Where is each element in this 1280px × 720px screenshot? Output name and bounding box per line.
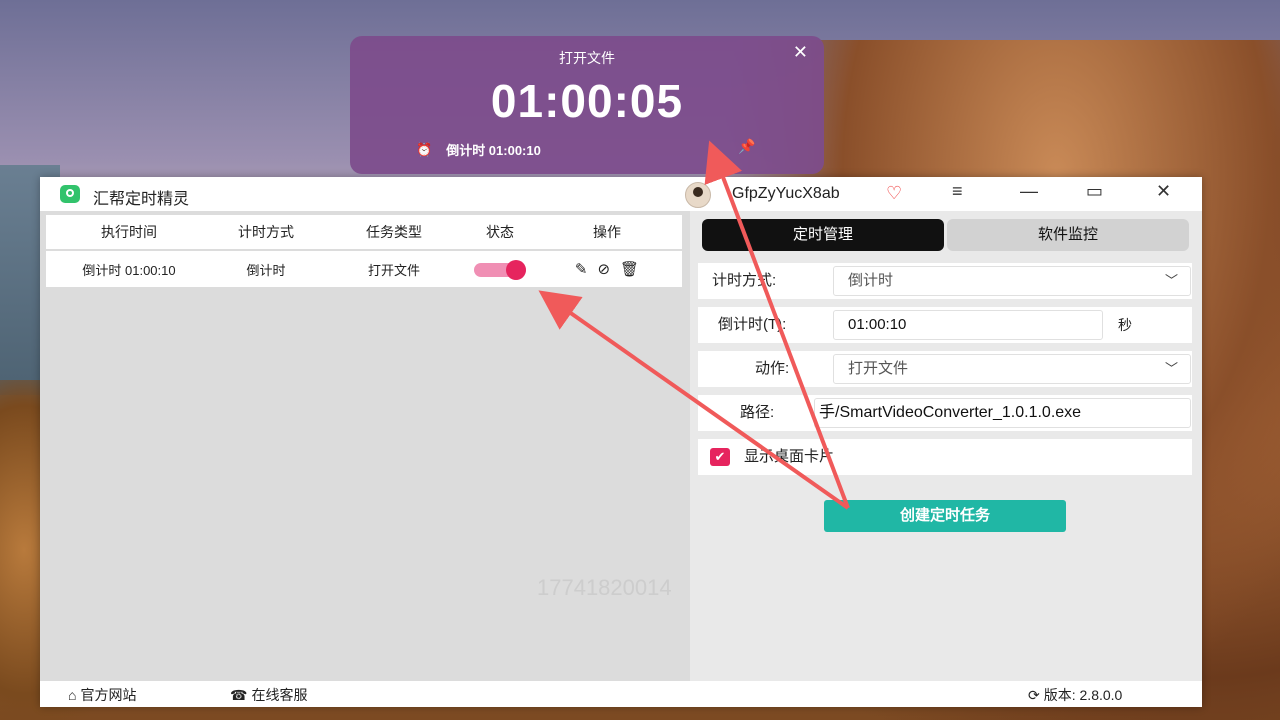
path-row: 路径: 手/SmartVideoConverter_1.0.1.0.exe	[698, 395, 1192, 431]
row-actions: ✎ ⊘ 🗑	[532, 260, 682, 278]
vip-diamond-icon[interactable]: ♡	[886, 183, 902, 204]
refresh-icon: ⟳	[1028, 686, 1040, 703]
tab-software-monitor[interactable]: 软件监控	[947, 219, 1189, 251]
countdown-row: 倒计时(T): 01:00:10 秒	[698, 307, 1192, 343]
show-card-label: 显示桌面卡片	[744, 448, 835, 465]
header-exec-time: 执行时间	[101, 224, 157, 240]
card-title: 打开文件	[559, 50, 615, 66]
website-label: 官方网站	[80, 687, 137, 703]
table-row[interactable]: 倒计时 01:00:10 倒计时 打开文件 ✎ ⊘ 🗑	[46, 251, 682, 287]
menu-icon[interactable]: ≡	[952, 181, 963, 202]
action-select[interactable]: 打开文件 ﹀	[833, 354, 1191, 384]
footer: ⌂ 官方网站 ☎ 在线客服 ⟳ 版本: 2.8.0.0	[40, 681, 1202, 707]
table-header: 执行时间 计时方式 任务类型 状态 操作	[46, 215, 682, 249]
delete-icon[interactable]: 🗑	[620, 260, 639, 278]
mode-value: 倒计时	[848, 272, 894, 289]
online-support-link[interactable]: ☎ 在线客服	[230, 685, 307, 705]
action-label: 动作:	[755, 360, 790, 377]
show-card-row: ✔ 显示桌面卡片	[698, 439, 1192, 475]
avatar[interactable]	[685, 182, 711, 208]
desktop-timer-card: 打开文件 ✕ 01:00:05 ⏰ 倒计时 01:00:10 📌	[350, 36, 824, 174]
path-input[interactable]: 手/SmartVideoConverter_1.0.1.0.exe	[814, 398, 1191, 428]
countdown-input[interactable]: 01:00:10	[833, 310, 1103, 340]
disable-icon[interactable]: ⊘	[597, 260, 610, 278]
row-task-type: 打开文件	[367, 262, 420, 278]
edit-icon[interactable]: ✎	[575, 260, 588, 278]
task-list-panel: 执行时间 计时方式 任务类型 状态 操作 倒计时 01:00:10 倒计时 打开…	[40, 211, 690, 681]
window-close-icon[interactable]: ✕	[1156, 181, 1171, 202]
card-time: 01:00:05	[490, 75, 684, 127]
countdown-unit: 秒	[1118, 317, 1132, 333]
main-window: 汇帮定时精灵 GfpZyYucX8ab ♡ ≡ — ▭ ✕ 执行时间 计时方式 …	[40, 177, 1202, 707]
official-website-link[interactable]: ⌂ 官方网站	[68, 685, 136, 705]
title-bar: 汇帮定时精灵 GfpZyYucX8ab ♡ ≡ — ▭ ✕	[40, 177, 1202, 211]
row-exec-time: 倒计时 01:00:10	[82, 262, 176, 278]
chevron-down-icon: ﹀	[1164, 273, 1178, 288]
row-timing-mode: 倒计时	[246, 262, 286, 278]
action-value: 打开文件	[848, 360, 909, 377]
card-subtitle: 倒计时 01:00:10	[446, 143, 541, 158]
app-name: 汇帮定时精灵	[93, 191, 190, 208]
status-toggle[interactable]	[474, 259, 526, 280]
settings-panel: 定时管理 软件监控 计时方式: 倒计时 ﹀ 倒计时(T): 01:00:10 秒…	[690, 211, 1202, 681]
header-status: 状态	[486, 224, 514, 240]
app-logo-icon	[60, 185, 80, 203]
card-subtitle-row: ⏰ 倒计时 01:00:10	[416, 140, 541, 159]
path-label: 路径:	[740, 404, 775, 421]
create-task-button[interactable]: 创建定时任务	[824, 500, 1066, 532]
action-row: 动作: 打开文件 ﹀	[698, 351, 1192, 387]
home-icon: ⌂	[68, 687, 77, 703]
show-card-checkbox[interactable]: ✔	[710, 448, 730, 466]
version-info[interactable]: ⟳ 版本: 2.8.0.0	[1028, 685, 1122, 705]
support-icon: ☎	[230, 686, 248, 703]
username[interactable]: GfpZyYucX8ab	[732, 185, 840, 203]
watermark: 17741820014	[537, 575, 672, 600]
header-timing-mode: 计时方式	[238, 224, 294, 240]
support-label: 在线客服	[251, 687, 308, 703]
mode-row: 计时方式: 倒计时 ﹀	[698, 263, 1192, 299]
minimize-icon[interactable]: —	[1020, 181, 1038, 202]
tab-timer-management[interactable]: 定时管理	[702, 219, 944, 251]
mode-label: 计时方式:	[712, 272, 777, 289]
chevron-down-icon: ﹀	[1164, 361, 1178, 376]
pin-icon[interactable]: 📌	[738, 138, 755, 155]
card-close-icon[interactable]: ✕	[793, 42, 808, 63]
header-actions: 操作	[593, 224, 621, 240]
countdown-label: 倒计时(T):	[718, 316, 787, 333]
mode-select[interactable]: 倒计时 ﹀	[833, 266, 1191, 296]
maximize-icon[interactable]: ▭	[1086, 181, 1103, 202]
alarm-clock-icon: ⏰	[416, 141, 433, 157]
version-label: 版本: 2.8.0.0	[1043, 687, 1123, 703]
header-task-type: 任务类型	[366, 224, 422, 240]
